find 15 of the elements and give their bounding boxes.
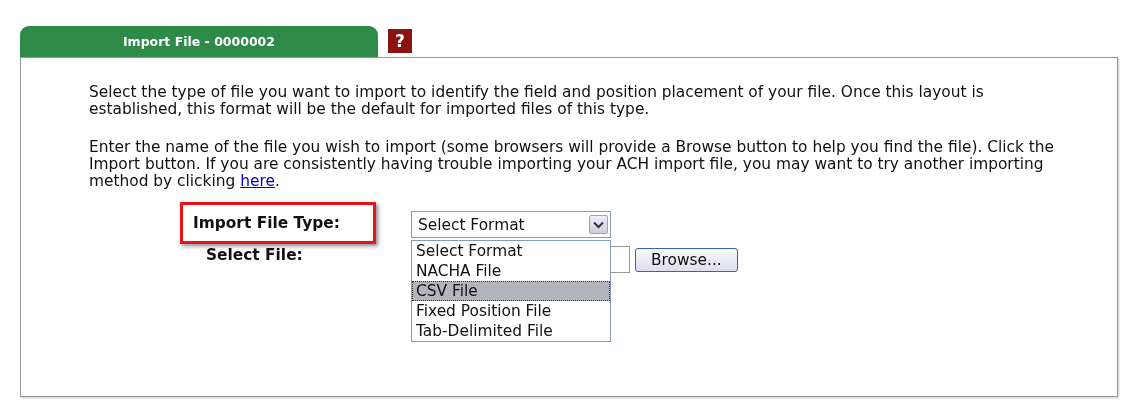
dropdown-option[interactable]: NACHA File <box>412 261 610 281</box>
dropdown-option[interactable]: Select Format <box>412 241 610 261</box>
instruction-text: Enter the name of the file you wish to import (some browsers will provide a Browse button to help you find the file). Click the Import button. If you are consistently having trouble importing your ACH import file, you may want to try another importing method by clicking here. <box>89 139 1056 190</box>
help-button[interactable]: ? <box>388 29 412 53</box>
dropdown-option[interactable]: Fixed Position File <box>412 301 610 321</box>
caret-icon <box>589 215 608 234</box>
field-label: Import File Type: <box>193 214 340 232</box>
dropdown-option[interactable]: Tab-Delimited File <box>412 321 610 341</box>
browse-button[interactable]: Browse... <box>635 247 738 272</box>
field-label: Select File: <box>205 246 304 266</box>
dropdown-option[interactable]: CSV File <box>412 281 610 301</box>
format-select[interactable]: Select Format <box>411 211 611 238</box>
instruction-text: Select the type of file you want to import to identify the field and position placement of your file. Once this layout is established, this format will be the default for imported files of this type. <box>89 84 985 118</box>
panel-tab[interactable]: Import File - 0000002 <box>20 26 378 57</box>
here-link[interactable]: here <box>240 172 275 190</box>
